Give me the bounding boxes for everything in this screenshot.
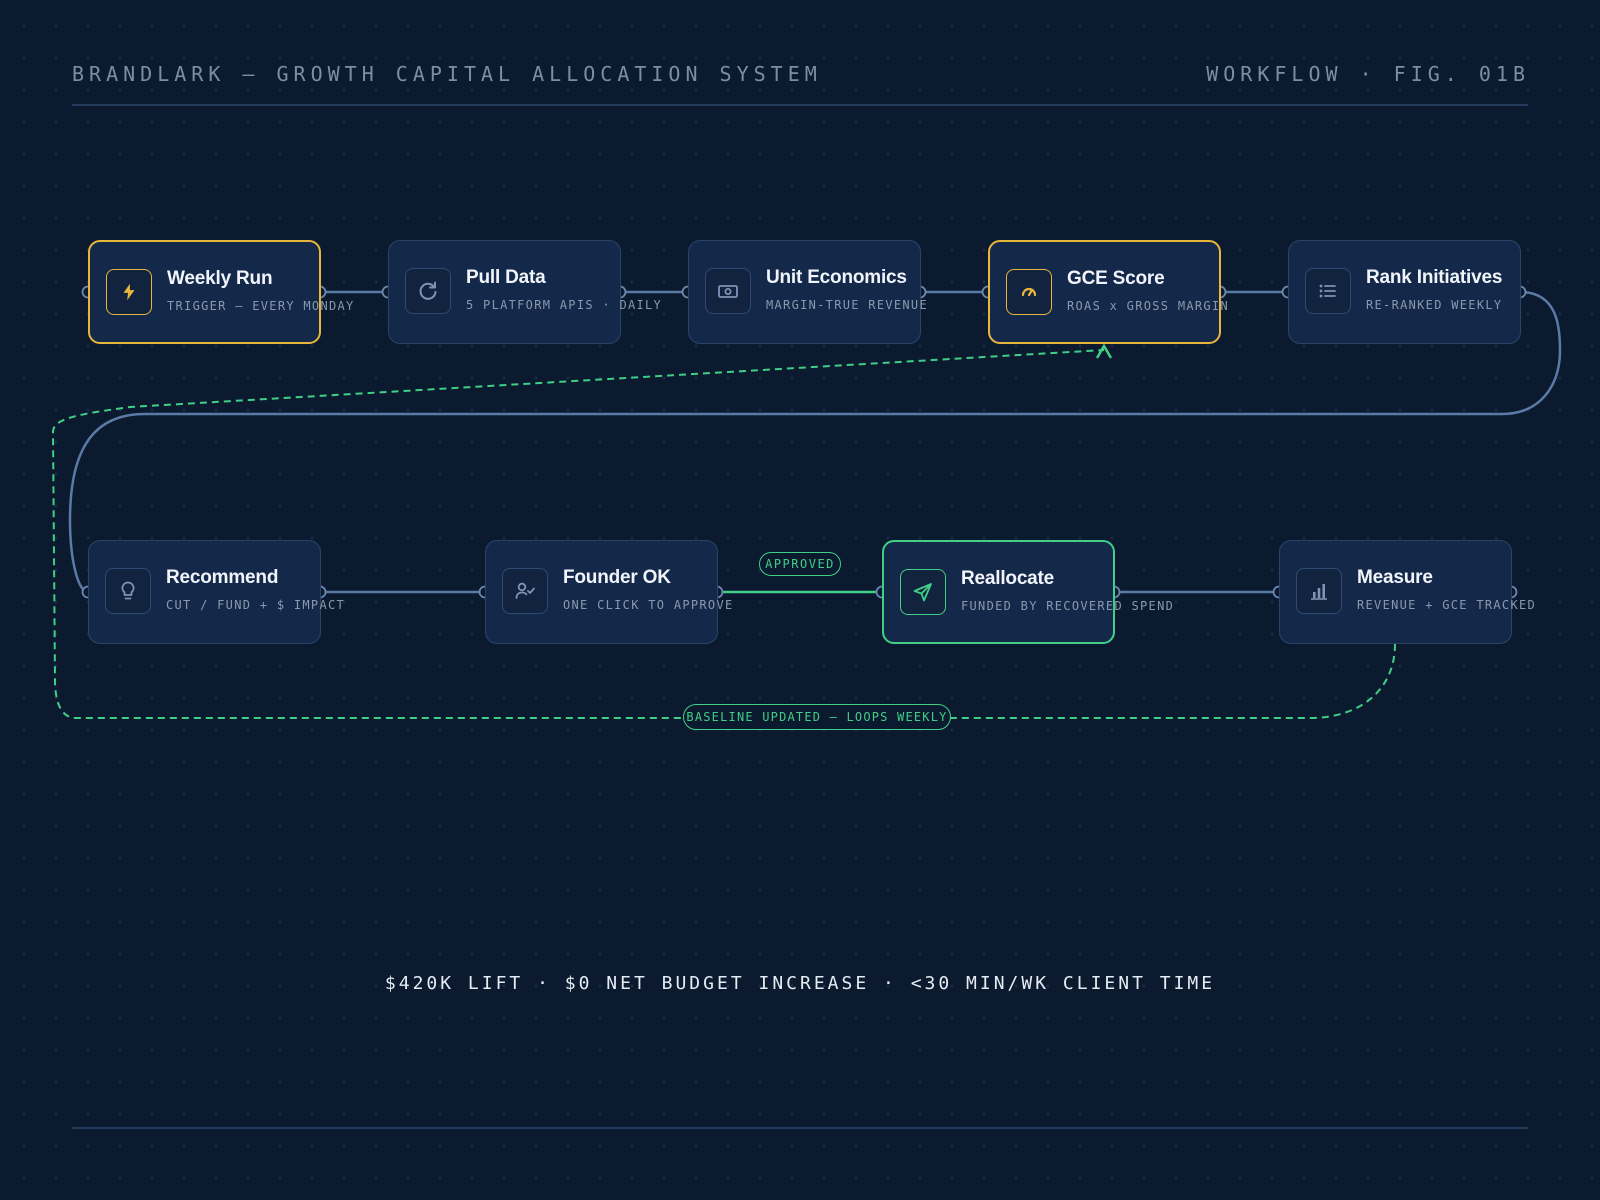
summary-stats: $420K LIFT · $0 NET BUDGET INCREASE · <3… [384, 973, 1216, 994]
approved-edge-label: APPROVED [759, 552, 841, 576]
gauge-icon [1006, 269, 1052, 315]
lightning-icon [106, 269, 152, 315]
loop-edge-label: BASELINE UPDATED — LOOPS WEEKLY [683, 704, 951, 730]
node-subtitle: RE-RANKED WEEKLY [1366, 298, 1503, 312]
node-rank-initiatives[interactable]: Rank Initiatives RE-RANKED WEEKLY [1288, 240, 1521, 344]
node-reallocate[interactable]: Reallocate FUNDED BY RECOVERED SPEND [882, 540, 1173, 644]
node-subtitle: MARGIN-TRUE REVENUE [766, 298, 928, 312]
node-title: Unit Economics [766, 267, 907, 288]
node-subtitle: REVENUE + GCE TRACKED [1357, 598, 1537, 612]
footer-divider [72, 1127, 1528, 1129]
node-gce-score[interactable]: GCE Score ROAS x GROSS MARGIN [988, 240, 1228, 344]
node-title: Rank Initiatives [1366, 267, 1503, 288]
feedback-loop-arrowhead [1095, 343, 1113, 359]
node-pull-data[interactable]: Pull Data 5 PLATFORM APIS · DAILY [388, 240, 661, 344]
node-measure[interactable]: Measure REVENUE + GCE TRACKED [1279, 540, 1535, 644]
bar-chart-icon [1296, 568, 1342, 614]
list-icon [1305, 268, 1351, 314]
cash-icon [705, 268, 751, 314]
feedback-loop-path [51, 349, 1396, 719]
refresh-icon [405, 268, 451, 314]
node-unit-economics[interactable]: Unit Economics MARGIN-TRUE REVENUE [688, 240, 927, 344]
node-title: Founder OK [563, 567, 671, 588]
node-subtitle: CUT / FUND + $ IMPACT [166, 598, 346, 612]
node-title: Reallocate [961, 568, 1055, 589]
send-icon [900, 569, 946, 615]
node-title: GCE Score [1067, 268, 1165, 289]
node-weekly-run[interactable]: Weekly Run TRIGGER — EVERY MONDAY [88, 240, 353, 344]
node-title: Weekly Run [167, 268, 273, 289]
node-subtitle: TRIGGER — EVERY MONDAY [167, 299, 355, 313]
node-subtitle: 5 PLATFORM APIS · DAILY [466, 298, 663, 312]
user-check-icon [502, 568, 548, 614]
node-title: Recommend [166, 567, 279, 588]
node-subtitle: ONE CLICK TO APPROVE [563, 598, 734, 612]
node-founder-ok[interactable]: Founder OK ONE CLICK TO APPROVE [485, 540, 732, 644]
lightbulb-icon [105, 568, 151, 614]
node-title: Pull Data [466, 267, 546, 288]
node-title: Measure [1357, 567, 1433, 588]
node-recommend[interactable]: Recommend CUT / FUND + $ IMPACT [88, 540, 344, 644]
node-subtitle: ROAS x GROSS MARGIN [1067, 299, 1229, 313]
node-subtitle: FUNDED BY RECOVERED SPEND [961, 599, 1175, 613]
